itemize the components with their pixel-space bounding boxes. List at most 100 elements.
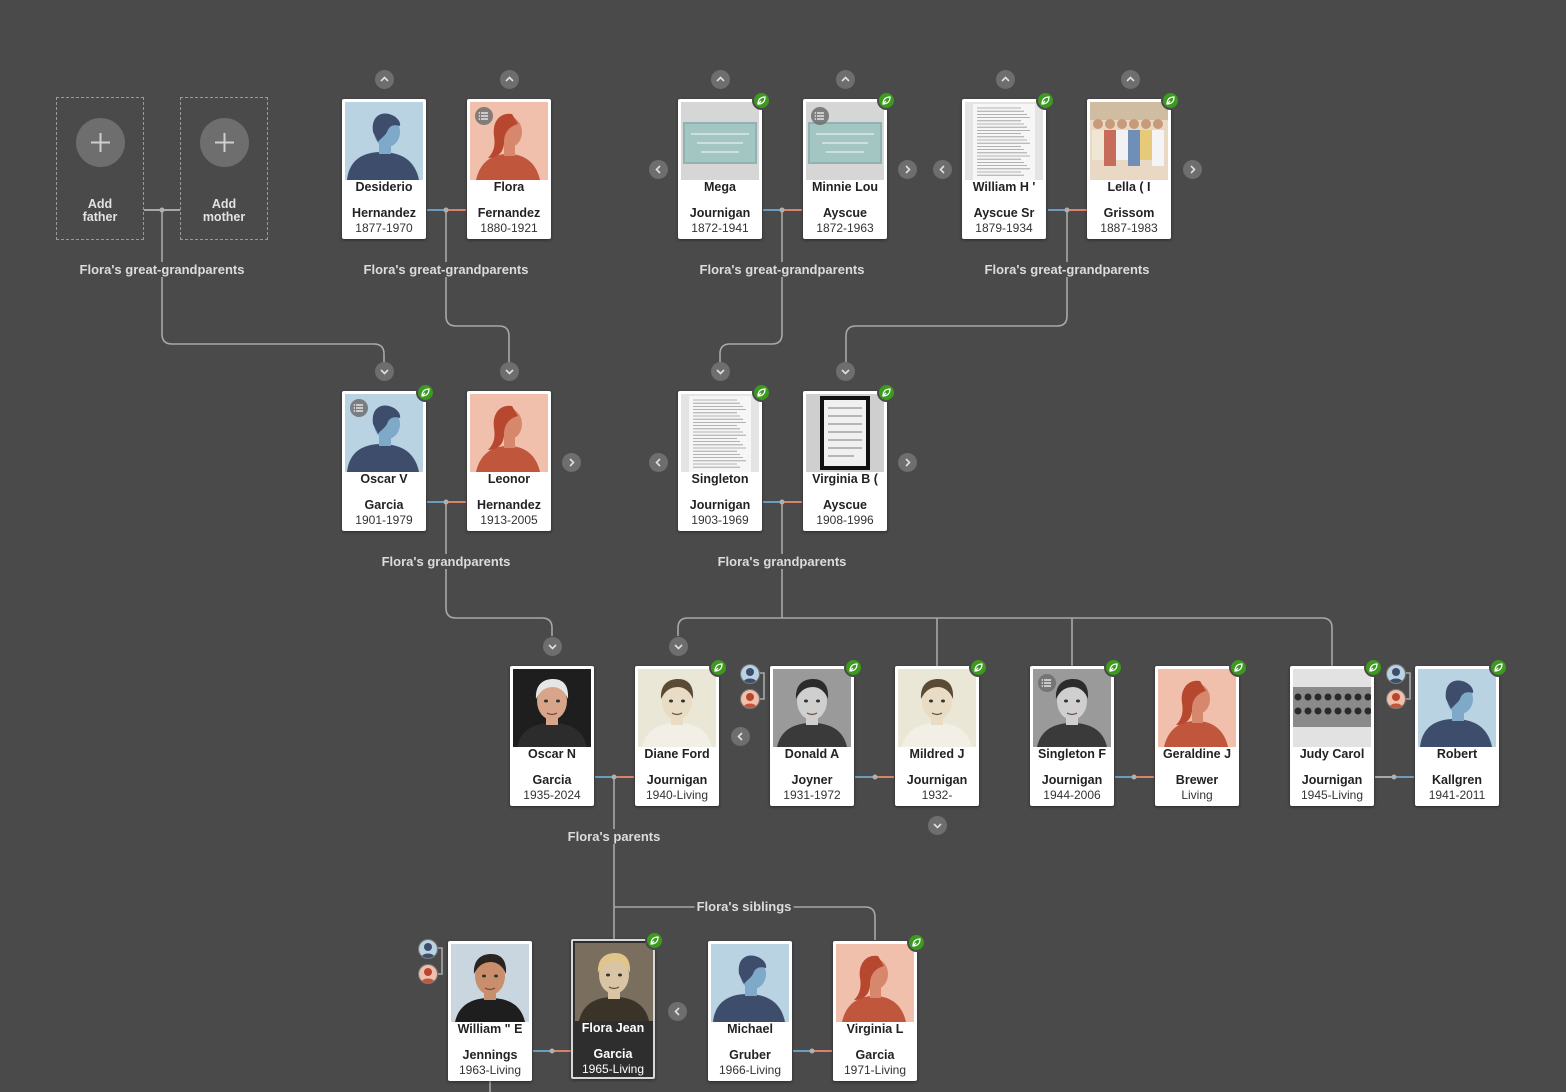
chevron-up-icon[interactable]	[710, 69, 730, 89]
person-card[interactable]: Virginia B (Ayscue 1908-1996	[803, 391, 887, 531]
list-icon[interactable]	[1038, 674, 1056, 692]
person-lifespan: 1908-1996	[816, 513, 874, 527]
person-card[interactable]: Minnie Lou Ayscue 1872-1963	[803, 99, 887, 239]
chevron-down-icon[interactable]	[927, 815, 947, 835]
chevron-down-icon[interactable]	[835, 361, 855, 381]
person-name-line1: Singleton	[691, 472, 749, 486]
leaf-hint-icon[interactable]	[752, 383, 771, 402]
person-name-line2: Kallgren	[1431, 773, 1482, 787]
person-card[interactable]: Oscar V Garcia 1901-1979	[342, 391, 426, 531]
add-father-label: Add father	[57, 198, 143, 224]
other-spouse-male-icon[interactable]	[1386, 664, 1406, 684]
chevron-right-icon[interactable]	[1182, 159, 1202, 179]
chevron-right-icon[interactable]	[561, 452, 581, 472]
other-spouse-male-icon[interactable]	[418, 939, 438, 959]
person-photo	[965, 102, 1043, 180]
person-card[interactable]: Leonor Hernandez 1913-2005	[467, 391, 551, 531]
person-card[interactable]: Flora Fernandez 1880-1921	[467, 99, 551, 239]
list-icon[interactable]	[811, 107, 829, 125]
leaf-hint-icon[interactable]	[1104, 658, 1123, 677]
other-spouse-female-icon[interactable]	[418, 964, 438, 984]
person-card[interactable]: Donald A Joyner 1931-1972	[770, 666, 854, 806]
person-card[interactable]: Robert Kallgren 1941-2011	[1415, 666, 1499, 806]
leaf-hint-icon[interactable]	[907, 933, 926, 952]
list-icon[interactable]	[475, 107, 493, 125]
chevron-up-icon[interactable]	[1120, 69, 1140, 89]
person-card[interactable]: Oscar N Garcia 1935-2024	[510, 666, 594, 806]
person-card[interactable]: Judy Carol Journigan 1945-Living	[1290, 666, 1374, 806]
person-name: Flora Jean Garcia	[575, 1022, 651, 1061]
leaf-hint-icon[interactable]	[752, 91, 771, 110]
other-spouse-female-icon[interactable]	[740, 689, 760, 709]
leaf-hint-icon[interactable]	[416, 383, 435, 402]
person-lifespan: 1879-1934	[975, 221, 1033, 235]
person-card[interactable]: Singleton Journigan 1903-1969	[678, 391, 762, 531]
person-lifespan: 1932-	[921, 788, 953, 802]
person-photo	[638, 669, 716, 747]
chevron-down-icon[interactable]	[710, 361, 730, 381]
chevron-right-icon[interactable]	[897, 452, 917, 472]
chevron-down-icon[interactable]	[499, 361, 519, 381]
leaf-hint-icon[interactable]	[969, 658, 988, 677]
list-icon[interactable]	[350, 399, 368, 417]
person-card[interactable]: William " E Jennings 1963-Living	[448, 941, 532, 1081]
person-photo	[773, 669, 851, 747]
person-card[interactable]: Lella ( I Grissom 1887-1983	[1087, 99, 1171, 239]
person-card[interactable]: Geraldine J Brewer Living	[1155, 666, 1239, 806]
chevron-up-icon[interactable]	[374, 69, 394, 89]
other-spouse-female-icon[interactable]	[1386, 689, 1406, 709]
person-card[interactable]: William MegaJournigan1872-1941	[678, 99, 762, 239]
person-name-line1: Robert	[1436, 747, 1478, 761]
person-name-line2: Journigan	[689, 206, 751, 220]
leaf-hint-icon[interactable]	[1364, 658, 1383, 677]
chevron-left-icon[interactable]	[730, 726, 750, 746]
other-spouse-male-icon[interactable]	[740, 664, 760, 684]
chevron-down-icon[interactable]	[668, 636, 688, 656]
focus-person-card[interactable]: Flora Jean Garcia 1965-Living	[571, 939, 655, 1079]
person-lifespan: 1941-2011	[1428, 788, 1486, 802]
chevron-up-icon[interactable]	[835, 69, 855, 89]
person-lifespan: 1872-1941	[691, 221, 749, 235]
person-photo	[345, 394, 423, 472]
person-card[interactable]: Diane Ford Journigan 1940-Living	[635, 666, 719, 806]
chevron-left-icon[interactable]	[648, 452, 668, 472]
chevron-up-icon[interactable]	[499, 69, 519, 89]
chevron-left-icon[interactable]	[648, 159, 668, 179]
chevron-left-icon[interactable]	[932, 159, 952, 179]
leaf-hint-icon[interactable]	[709, 658, 728, 677]
person-photo	[1033, 669, 1111, 747]
person-name: Diane Ford Journigan	[638, 748, 716, 787]
person-card[interactable]: Mildred J Journigan 1932-	[895, 666, 979, 806]
person-name-line2: Garcia	[364, 498, 404, 512]
add-father-button[interactable]: Add father	[56, 97, 144, 240]
leaf-hint-icon[interactable]	[1489, 658, 1508, 677]
chevron-down-icon[interactable]	[542, 636, 562, 656]
person-card[interactable]: Virginia L Garcia 1971-Living	[833, 941, 917, 1081]
leaf-hint-icon[interactable]	[645, 931, 664, 950]
person-name-line1: Minnie Lou	[812, 180, 878, 194]
leaf-hint-icon[interactable]	[877, 383, 896, 402]
leaf-hint-icon[interactable]	[1229, 658, 1248, 677]
person-name-line1: Oscar V	[360, 472, 408, 486]
person-name-line1: Oscar N	[528, 747, 576, 761]
person-name-line1: Diane Ford	[644, 747, 710, 761]
leaf-hint-icon[interactable]	[844, 658, 863, 677]
add-mother-button[interactable]: Add mother	[180, 97, 268, 240]
chevron-left-icon[interactable]	[667, 1001, 687, 1021]
leaf-hint-icon[interactable]	[1161, 91, 1180, 110]
person-card[interactable]: Desiderio Hernandez 1877-1970	[342, 99, 426, 239]
leaf-hint-icon[interactable]	[877, 91, 896, 110]
person-name: Flora Fernandez	[470, 181, 548, 220]
person-card[interactable]: Michael Gruber 1966-Living	[708, 941, 792, 1081]
chevron-right-icon[interactable]	[897, 159, 917, 179]
person-photo	[1090, 102, 1168, 180]
chevron-up-icon[interactable]	[995, 69, 1015, 89]
person-photo	[1293, 669, 1371, 747]
chevron-down-icon[interactable]	[374, 361, 394, 381]
person-photo	[806, 394, 884, 472]
person-card[interactable]: William H ' Ayscue Sr 1879-1934	[962, 99, 1046, 239]
person-photo	[1158, 669, 1236, 747]
leaf-hint-icon[interactable]	[1036, 91, 1055, 110]
person-name: William MegaJournigan	[681, 168, 759, 220]
person-card[interactable]: Singleton F Journigan 1944-2006	[1030, 666, 1114, 806]
